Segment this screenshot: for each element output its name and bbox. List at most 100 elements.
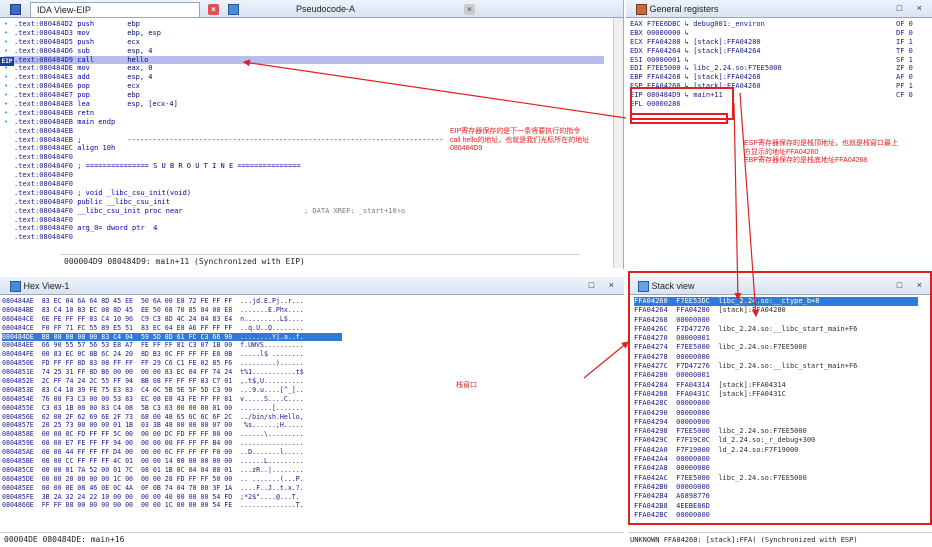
line-marker-icon	[4, 171, 14, 180]
line-marker-icon	[4, 162, 14, 171]
hex-row[interactable]: 080484EE 66 90 55 57 56 53 E8 A7 FE FF F…	[2, 341, 342, 350]
code-line[interactable]: .text:080484F0	[4, 171, 604, 180]
code-mnemonic: pop	[77, 91, 90, 100]
hex-row[interactable]: 0804860E FF FF 08 00 00 00 00 00 00 00 1…	[2, 501, 342, 510]
line-marker-icon: •	[4, 73, 9, 82]
line-marker-icon: •	[4, 20, 9, 28]
flag-row[interactable]: PF 1	[896, 82, 926, 91]
tab-ida-view[interactable]: IDA View-EIP	[30, 2, 200, 17]
registers-title: General registers	[630, 2, 725, 17]
code-line[interactable]: .text:080484F0	[4, 233, 604, 242]
code-mnemonic: mov	[77, 28, 90, 37]
flag-row[interactable]: DF 0	[896, 29, 926, 38]
tab-ida-view-label: IDA View-EIP	[37, 5, 91, 15]
line-marker-icon	[4, 207, 14, 216]
hex-row[interactable]: 0804857E 20 25 73 00 00 00 01 1B 03 3B 4…	[2, 421, 342, 430]
flag-row[interactable]: TF 0	[896, 47, 926, 56]
hex-row[interactable]: 0804853E 83 C4 10 39 FE 75 E3 83 C4 0C 5…	[2, 386, 342, 395]
code-line[interactable]: • .text:080484DE mov eax, 0	[4, 64, 604, 73]
flag-row[interactable]: CF 0	[896, 91, 926, 100]
code-line[interactable]: • .text:080484EB retn	[4, 109, 604, 118]
hex-dump[interactable]: 080484AE 83 EC 04 6A 64 8D 45 EE 50 6A 0…	[2, 297, 342, 510]
close-icon[interactable]: ×	[464, 4, 475, 15]
tab-ida-view-icon[interactable]	[4, 2, 27, 17]
code-operands: esp, [ecx-4]	[127, 100, 178, 109]
flag-list[interactable]: OF 0 DF 0 IF 1 TF 0 SF 1 ZF 0 AF 0 PF 1 CF 0	[896, 20, 926, 100]
registers-title-text: General registers	[649, 4, 719, 14]
code-line[interactable]: .text:080484F0	[4, 180, 604, 189]
code-line[interactable]: • .text:080484EB main endp	[4, 118, 604, 127]
line-marker-icon: •	[4, 117, 9, 126]
line-marker-icon	[4, 144, 14, 153]
code-address: .text:080484EB	[14, 117, 74, 126]
code-address: .text:080484E7	[14, 91, 74, 100]
line-marker-icon	[4, 180, 14, 189]
hex-row[interactable]: 080484BE 83 C4 10 83 EC 08 8D 45 EE 50 6…	[2, 306, 342, 315]
register-row[interactable]: ESI 00000001 ↳	[630, 56, 850, 65]
registers-window-buttons[interactable]: □ ×	[897, 3, 928, 13]
note-stack-window: 栈窗口	[456, 382, 477, 389]
hex-row[interactable]: 080484AE 83 EC 04 6A 64 8D 45 EE 50 6A 0…	[2, 297, 342, 306]
hex-row[interactable]: 0804854E 76 00 F3 C3 00 00 53 83 EC 08 E…	[2, 395, 342, 404]
code-line[interactable]: .text:080484F0	[4, 153, 604, 162]
tab-pseudocode[interactable]: Pseudocode-A	[290, 2, 450, 17]
hex-row[interactable]: 0804859E 00 00 E7 FE FF FF 94 00 00 00 0…	[2, 439, 342, 448]
code-line[interactable]: • .text:080484E3 add esp, 4	[4, 73, 604, 82]
hex-row[interactable]: 0804850E FD FF FF 8D 83 08 FF FF FF 29 C…	[2, 359, 342, 368]
hex-row[interactable]: 080485FE 3B 2A 32 24 22 10 00 00 00 00 4…	[2, 493, 342, 502]
code-line[interactable]: .text:080484F0	[4, 216, 604, 225]
code-operands: ecx	[127, 37, 140, 46]
hex-row[interactable]: 080485CE 00 00 01 7A 52 00 01 7C 08 01 1…	[2, 466, 342, 475]
code-operands: ebp	[127, 91, 140, 100]
register-row[interactable]: EDX FFA04264 ↳ [stack]:FFA04264	[630, 47, 850, 56]
close-icon[interactable]: ×	[208, 4, 219, 15]
flag-row[interactable]: ZF 0	[896, 64, 926, 73]
hex-row[interactable]: 080485EE 00 00 0E 08 46 0E 0C 4A 0F 0B 7…	[2, 484, 342, 493]
code-line[interactable]: .text:080484F0 arg_0= dword ptr 4	[4, 224, 604, 233]
tab-pseudocode-icon-wrap[interactable]	[222, 2, 245, 17]
hex-row[interactable]: 080484DE B8 00 00 00 00 83 C4 04 59 5D 8…	[2, 332, 342, 342]
register-row[interactable]: EAX F7EE6DBC ↳ debug001:_environ	[630, 20, 850, 29]
flag-row[interactable]: IF 1	[896, 38, 926, 47]
code-address: .text:080484D2	[14, 20, 74, 28]
code-line[interactable]: • .text:080484E7 pop ebp	[4, 91, 604, 100]
hex-row[interactable]: 080484FE 00 83 EC 0C 8B 6C 24 20 8D B3 0…	[2, 350, 342, 359]
register-row[interactable]: EBP FFA04268 ↳ [stack]:FFA04268	[630, 73, 850, 82]
register-row[interactable]: EBX 00000000 ↳	[630, 29, 850, 38]
code-line[interactable]: • .text:080484D5 push ecx	[4, 38, 604, 47]
register-row[interactable]: EDI F7EE5000 ↳ libc_2.24.so:F7EE5000	[630, 64, 850, 73]
code-address: .text:080484E3	[14, 73, 74, 82]
code-mnemonic: push	[77, 37, 95, 46]
hex-row[interactable]: 0804852E 2C FF 74 24 2C 55 FF 94 BB 08 F…	[2, 377, 342, 386]
hex-row[interactable]: 080485DE 00 00 20 00 00 00 1C 00 00 00 2…	[2, 475, 342, 484]
hex-titlebar: Hex View-1 □ ×	[0, 277, 624, 295]
code-line[interactable]: • .text:080484D3 mov ebp, esp	[4, 29, 604, 38]
code-line[interactable]: • .text:080484D2 push ebp	[4, 20, 604, 29]
code-line[interactable]: • .text:080484E6 pop ecx	[4, 82, 604, 91]
hex-row[interactable]: 080485AE 00 00 44 FF FF FF D4 00 00 00 6…	[2, 448, 342, 457]
code-line[interactable]: • .text:080484E8 lea esp, [ecx-4]	[4, 100, 604, 109]
code-comment: ; DATA XREF: _start+10↑o	[304, 206, 406, 215]
flag-row[interactable]: OF 0	[896, 20, 926, 29]
code-line[interactable]: .text:080484F0 __libc_csu_init proc near…	[4, 207, 604, 216]
code-line[interactable]: .text:080484F0 public __libc_csu_init	[4, 198, 604, 207]
code-line[interactable]: .text:080484F0 ; void _libc_csu_init(voi…	[4, 189, 604, 198]
flag-row[interactable]: SF 1	[896, 56, 926, 65]
hex-row[interactable]: 0804856E 02 00 2F 62 69 6E 2F 73 68 00 4…	[2, 413, 342, 422]
hex-row[interactable]: 0804855E C3 03 1B 00 00 83 C4 08 5B C3 0…	[2, 404, 342, 413]
code-mnemonic: mov	[77, 64, 90, 73]
tab-pseudocode-close[interactable]: ×	[458, 2, 481, 17]
hex-row[interactable]: 0804858E 00 00 8C FD FF FF 5C 00 00 00 D…	[2, 430, 342, 439]
code-address: .text:080484DE	[14, 64, 74, 73]
flag-row[interactable]: AF 0	[896, 73, 926, 82]
code-line[interactable]: .text:080484F0 ; =============== S U B R…	[4, 162, 604, 171]
hex-row[interactable]: 080484CE 6E FE FF FF 83 C4 10 90 C9 C3 8…	[2, 315, 342, 324]
register-row[interactable]: ECX FFA04280 ↳ [stack]:FFA04280	[630, 38, 850, 47]
hex-row[interactable]: 080485BE 00 00 CC FF FF FF 4C 01 00 00 1…	[2, 457, 342, 466]
code-line[interactable]: • .text:080484D6 sub esp, 4	[4, 47, 604, 56]
code-line[interactable]: •.text:080484D9 callhello	[4, 55, 604, 65]
hex-row[interactable]: 080484CE F0 FF 71 FC 55 89 E5 51 83 EC 0…	[2, 324, 342, 333]
code-address: .text:080484F0	[14, 224, 74, 233]
hex-row[interactable]: 0804851E 74 25 31 FF 8D B6 00 00 00 00 8…	[2, 368, 342, 377]
hex-window-buttons[interactable]: □ ×	[589, 280, 620, 290]
